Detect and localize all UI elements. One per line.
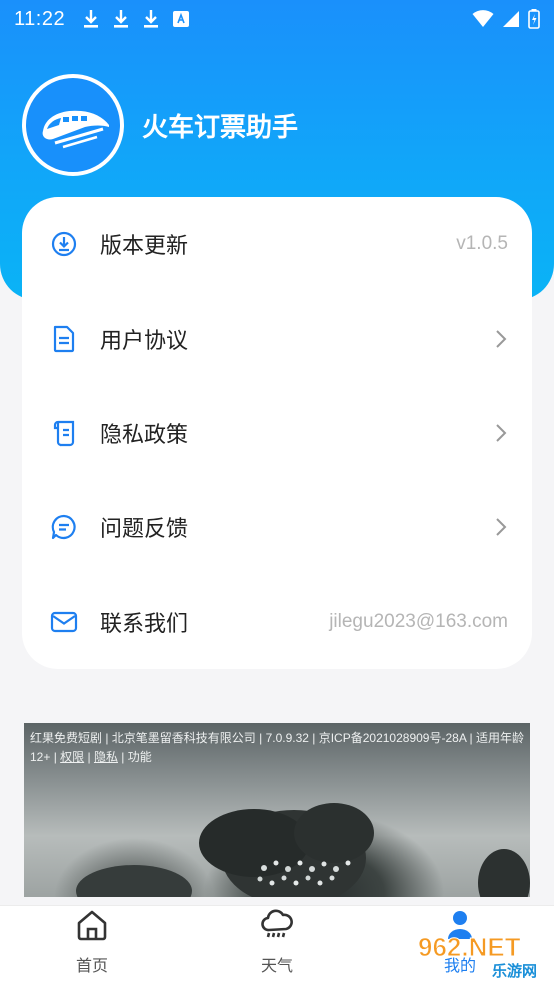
ad-privacy-link[interactable]: 隐私 [94,750,118,764]
app-name: 火车订票助手 [142,112,299,143]
ad-banner[interactable]: 红果免费短剧 | 北京笔墨留香科技有限公司 | 7.0.9.32 | 京ICP备… [24,723,530,897]
weather-rain-icon [261,909,293,938]
download-icon [144,10,159,28]
menu-item-contact-us[interactable]: 联系我们 jilegu2023@163.com [22,575,532,669]
settings-menu-card: 版本更新 v1.0.5 用户协议 隐私政策 问题反馈 联系我们 jilegu20… [22,197,532,669]
home-icon [77,910,107,941]
chevron-right-icon [496,424,507,442]
version-value: v1.0.5 [456,233,508,255]
status-notification-icons [83,9,190,29]
tab-label: 天气 [260,956,293,975]
ad-separator: | [84,750,94,764]
status-system-icons [472,9,540,29]
download-icon [114,10,129,28]
menu-item-user-agreement[interactable]: 用户协议 [22,291,532,385]
ad-permissions-link[interactable]: 权限 [60,750,84,764]
feedback-icon [50,513,78,541]
document-icon [50,325,78,353]
site-watermark: 962.NET 乐游网 [414,930,550,981]
menu-item-label: 版本更新 [100,234,189,260]
wifi-icon [472,10,494,27]
watermark-brand: 962.NET [418,932,521,962]
menu-item-label: 用户协议 [100,328,189,354]
battery-icon [528,9,540,29]
chevron-right-icon [496,518,507,537]
menu-item-label: 隐私政策 [100,422,189,448]
update-icon [50,230,78,258]
tab-weather[interactable]: 天气 [227,906,327,984]
train-icon [22,74,124,176]
menu-item-label: 问题反馈 [100,517,189,543]
menu-item-feedback[interactable]: 问题反馈 [22,480,532,574]
menu-item-version-update[interactable]: 版本更新 v1.0.5 [22,197,532,291]
accessibility-icon [173,11,190,27]
watermark-sub: 乐游网 [492,962,537,980]
chevron-right-icon [496,329,507,348]
ad-separator: | [117,750,128,764]
mail-icon [50,608,78,636]
ad-disclosure-text: 红果免费短剧 | 北京笔墨留香科技有限公司 | 7.0.9.32 | 京ICP备… [30,729,524,767]
contact-email: jilegu2023@163.com [329,610,508,632]
status-time: 11:22 [14,7,66,30]
signal-icon [503,11,519,27]
menu-item-label: 联系我们 [100,611,189,637]
menu-item-privacy-policy[interactable]: 隐私政策 [22,386,532,480]
tab-home[interactable]: 首页 [42,906,142,984]
tab-label: 首页 [75,956,108,975]
ad-function-link[interactable]: 功能 [128,750,152,764]
download-icon [84,10,99,28]
app-profile: 火车订票助手 [22,74,298,176]
status-bar: 11:22 [0,0,554,38]
policy-icon [50,419,78,447]
